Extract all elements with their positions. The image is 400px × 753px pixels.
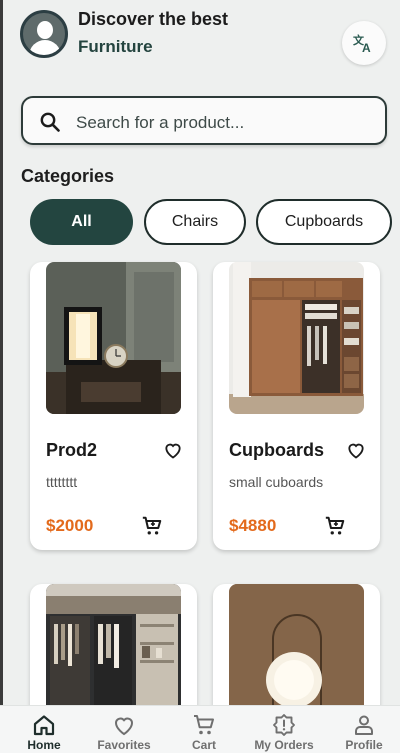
svg-text:A: A xyxy=(362,41,371,55)
heart-icon xyxy=(114,717,134,736)
nav-home[interactable]: Home xyxy=(4,706,84,753)
chip-all[interactable]: All xyxy=(30,199,133,245)
product-card[interactable]: Prod2 tttttttt $2000 xyxy=(30,262,197,550)
chip-cupboards[interactable]: Cupboards xyxy=(256,199,392,245)
product-description: small cuboards xyxy=(229,474,324,490)
greeting-subtitle: Furniture xyxy=(78,37,153,56)
bottom-navigation: Home Favorites Cart My Orders Profile xyxy=(0,705,400,753)
nav-cart-label: Cart xyxy=(191,738,216,752)
nav-cart[interactable]: Cart xyxy=(164,706,244,753)
greeting-title: Discover the best xyxy=(78,9,229,29)
profile-icon xyxy=(355,715,373,735)
home-icon xyxy=(33,715,55,736)
nav-profile[interactable]: Profile xyxy=(324,706,400,753)
translate-button[interactable]: 文 A xyxy=(342,21,386,65)
nav-my-orders-label: My Orders xyxy=(254,738,314,752)
product-price: $4880 xyxy=(229,516,277,535)
nav-profile-label: Profile xyxy=(345,738,383,752)
user-avatar-icon[interactable] xyxy=(20,10,68,58)
product-name: Cupboards xyxy=(229,440,325,460)
product-image xyxy=(46,262,181,414)
product-price: $2000 xyxy=(46,516,94,535)
add-to-cart-icon[interactable] xyxy=(141,515,163,537)
translate-icon: 文 A xyxy=(353,33,371,55)
product-card[interactable]: Cupboards small cuboards $4880 xyxy=(213,262,380,550)
product-name: Prod2 xyxy=(46,440,98,460)
nav-favorites[interactable]: Favorites xyxy=(84,706,164,753)
categories-title: Categories xyxy=(21,166,115,186)
add-to-cart-icon[interactable] xyxy=(324,515,346,537)
heart-icon[interactable] xyxy=(346,440,366,460)
chip-chairs[interactable]: Chairs xyxy=(144,199,246,245)
orders-alert-icon xyxy=(273,714,295,736)
product-image xyxy=(229,262,364,414)
search-bar[interactable]: Search for a product... xyxy=(21,96,387,145)
heart-icon[interactable] xyxy=(163,440,183,460)
category-chips: All Chairs Cupboards xyxy=(30,199,400,247)
nav-my-orders[interactable]: My Orders xyxy=(244,706,324,753)
nav-home-label: Home xyxy=(27,738,61,752)
header: Discover the best Furniture 文 A xyxy=(20,8,386,68)
window-edge xyxy=(0,0,3,753)
search-icon xyxy=(40,112,60,132)
cart-icon xyxy=(194,715,214,735)
nav-favorites-label: Favorites xyxy=(97,738,151,752)
search-input[interactable]: Search for a product... xyxy=(76,113,244,133)
product-description: tttttttt xyxy=(46,474,78,490)
